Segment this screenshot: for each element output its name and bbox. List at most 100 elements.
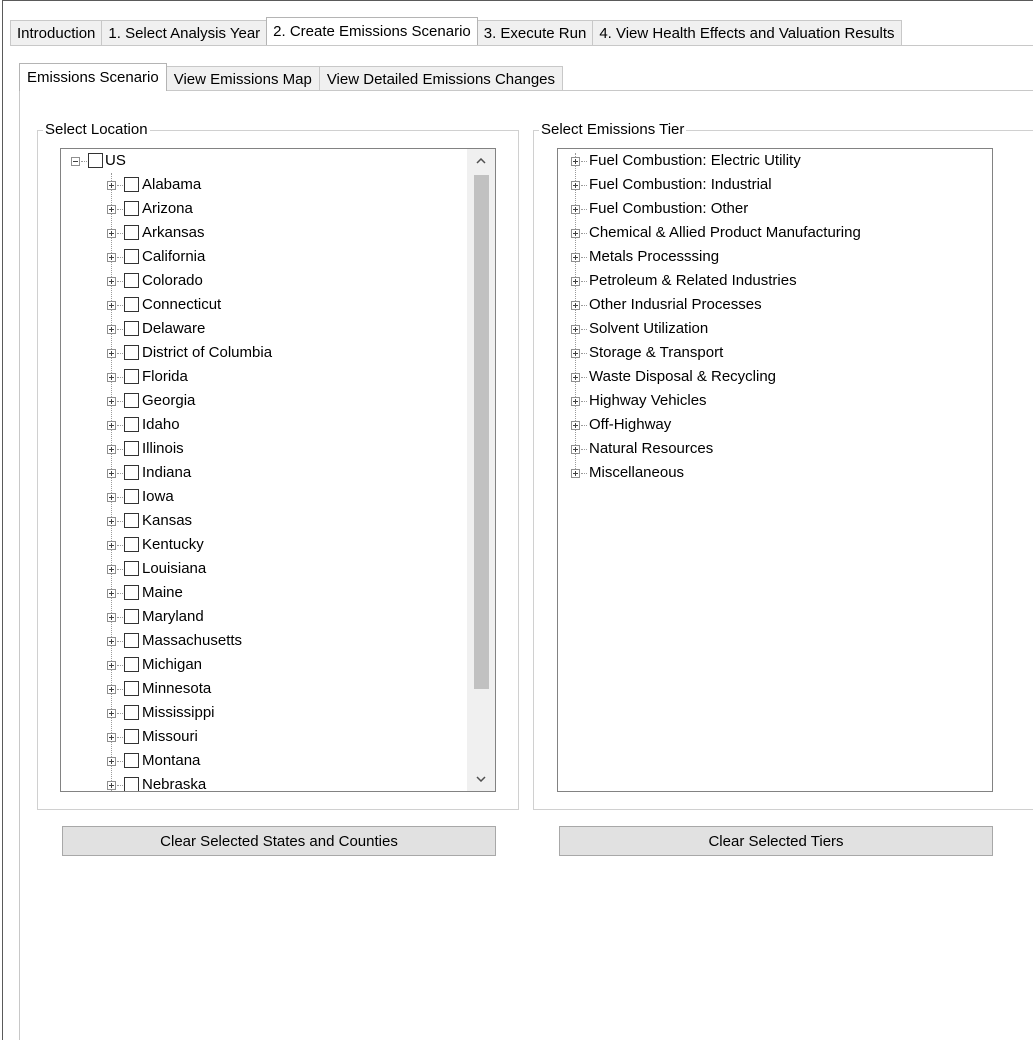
expand-icon[interactable] [107,565,116,574]
expand-icon[interactable] [571,373,580,382]
state-checkbox[interactable] [124,609,139,624]
expand-icon[interactable] [107,325,116,334]
tree-item-state[interactable]: Kentucky [61,533,461,557]
expand-icon[interactable] [107,253,116,262]
tree-item-tier[interactable]: Chemical & Allied Product Manufacturing [558,221,978,245]
expand-icon[interactable] [571,469,580,478]
tree-item-tier[interactable]: Fuel Combustion: Industrial [558,173,978,197]
expand-icon[interactable] [107,445,116,454]
tree-item-tier[interactable]: Fuel Combustion: Electric Utility [558,149,978,173]
state-checkbox[interactable] [124,321,139,336]
tree-item-state[interactable]: Arkansas [61,221,461,245]
expand-icon[interactable] [571,301,580,310]
tree-item-state[interactable]: Georgia [61,389,461,413]
state-checkbox[interactable] [124,417,139,432]
scroll-up-arrow-icon[interactable] [467,149,495,173]
expand-icon[interactable] [571,445,580,454]
main-tab-3[interactable]: 3. Execute Run [476,20,594,45]
expand-icon[interactable] [107,181,116,190]
expand-icon[interactable] [107,517,116,526]
sub-tab-0[interactable]: Emissions Scenario [19,63,167,91]
sub-tab-2[interactable]: View Detailed Emissions Changes [318,66,563,91]
expand-icon[interactable] [571,181,580,190]
expand-icon[interactable] [107,733,116,742]
expand-icon[interactable] [107,781,116,790]
tree-item-state[interactable]: Kansas [61,509,461,533]
tree-item-state[interactable]: Michigan [61,653,461,677]
state-checkbox[interactable] [124,585,139,600]
tree-item-state[interactable]: Arizona [61,197,461,221]
state-checkbox[interactable] [124,345,139,360]
us-checkbox[interactable] [88,153,103,168]
state-checkbox[interactable] [124,561,139,576]
state-checkbox[interactable] [124,225,139,240]
tree-item-state[interactable]: Nebraska [61,773,461,791]
expand-icon[interactable] [107,493,116,502]
expand-icon[interactable] [571,205,580,214]
sub-tab-1[interactable]: View Emissions Map [165,66,320,91]
tree-item-state[interactable]: Mississippi [61,701,461,725]
tree-item-state[interactable]: Iowa [61,485,461,509]
expand-icon[interactable] [107,205,116,214]
state-checkbox[interactable] [124,537,139,552]
state-checkbox[interactable] [124,681,139,696]
expand-icon[interactable] [107,541,116,550]
tree-item-tier[interactable]: Natural Resources [558,437,978,461]
expand-icon[interactable] [107,661,116,670]
expand-icon[interactable] [107,709,116,718]
expand-icon[interactable] [107,349,116,358]
state-checkbox[interactable] [124,177,139,192]
expand-icon[interactable] [107,277,116,286]
tree-item-tier[interactable]: Fuel Combustion: Other [558,197,978,221]
state-checkbox[interactable] [124,369,139,384]
tree-item-state[interactable]: California [61,245,461,269]
state-checkbox[interactable] [124,201,139,216]
state-checkbox[interactable] [124,705,139,720]
tree-item-tier[interactable]: Miscellaneous [558,461,978,485]
tree-item-state[interactable]: Maine [61,581,461,605]
expand-icon[interactable] [107,229,116,238]
state-checkbox[interactable] [124,441,139,456]
tree-item-tier[interactable]: Metals Processsing [558,245,978,269]
expand-icon[interactable] [571,421,580,430]
tree-item-state[interactable]: Missouri [61,725,461,749]
tree-item-state[interactable]: Indiana [61,461,461,485]
state-checkbox[interactable] [124,465,139,480]
state-checkbox[interactable] [124,633,139,648]
tree-item-state[interactable]: Illinois [61,437,461,461]
tree-item-tier[interactable]: Highway Vehicles [558,389,978,413]
expand-icon[interactable] [107,685,116,694]
state-checkbox[interactable] [124,297,139,312]
state-checkbox[interactable] [124,273,139,288]
tree-item-tier[interactable]: Other Indusrial Processes [558,293,978,317]
tree-item-state[interactable]: Delaware [61,317,461,341]
expand-icon[interactable] [107,613,116,622]
tree-root-us[interactable]: US [61,149,461,173]
tree-item-tier[interactable]: Solvent Utilization [558,317,978,341]
tree-item-state[interactable]: Massachusetts [61,629,461,653]
collapse-icon[interactable] [71,157,80,166]
state-checkbox[interactable] [124,513,139,528]
expand-icon[interactable] [571,349,580,358]
expand-icon[interactable] [107,589,116,598]
tree-item-tier[interactable]: Petroleum & Related Industries [558,269,978,293]
tree-item-state[interactable]: Louisiana [61,557,461,581]
expand-icon[interactable] [571,229,580,238]
expand-icon[interactable] [107,373,116,382]
tree-item-state[interactable]: Montana [61,749,461,773]
clear-selected-states-button[interactable]: Clear Selected States and Counties [62,826,496,856]
state-checkbox[interactable] [124,729,139,744]
expand-icon[interactable] [571,325,580,334]
expand-icon[interactable] [107,469,116,478]
expand-icon[interactable] [107,637,116,646]
expand-icon[interactable] [107,397,116,406]
tree-item-state[interactable]: Alabama [61,173,461,197]
emissions-tier-tree[interactable]: Fuel Combustion: Electric Utility Fuel Co… [557,148,993,792]
clear-selected-tiers-button[interactable]: Clear Selected Tiers [559,826,993,856]
state-checkbox[interactable] [124,489,139,504]
main-tab-0[interactable]: Introduction [10,20,103,45]
expand-icon[interactable] [107,421,116,430]
tree-item-tier[interactable]: Off-Highway [558,413,978,437]
state-checkbox[interactable] [124,753,139,768]
location-tree[interactable]: US Alabama Arizona Arkansas California Colora… [60,148,496,792]
